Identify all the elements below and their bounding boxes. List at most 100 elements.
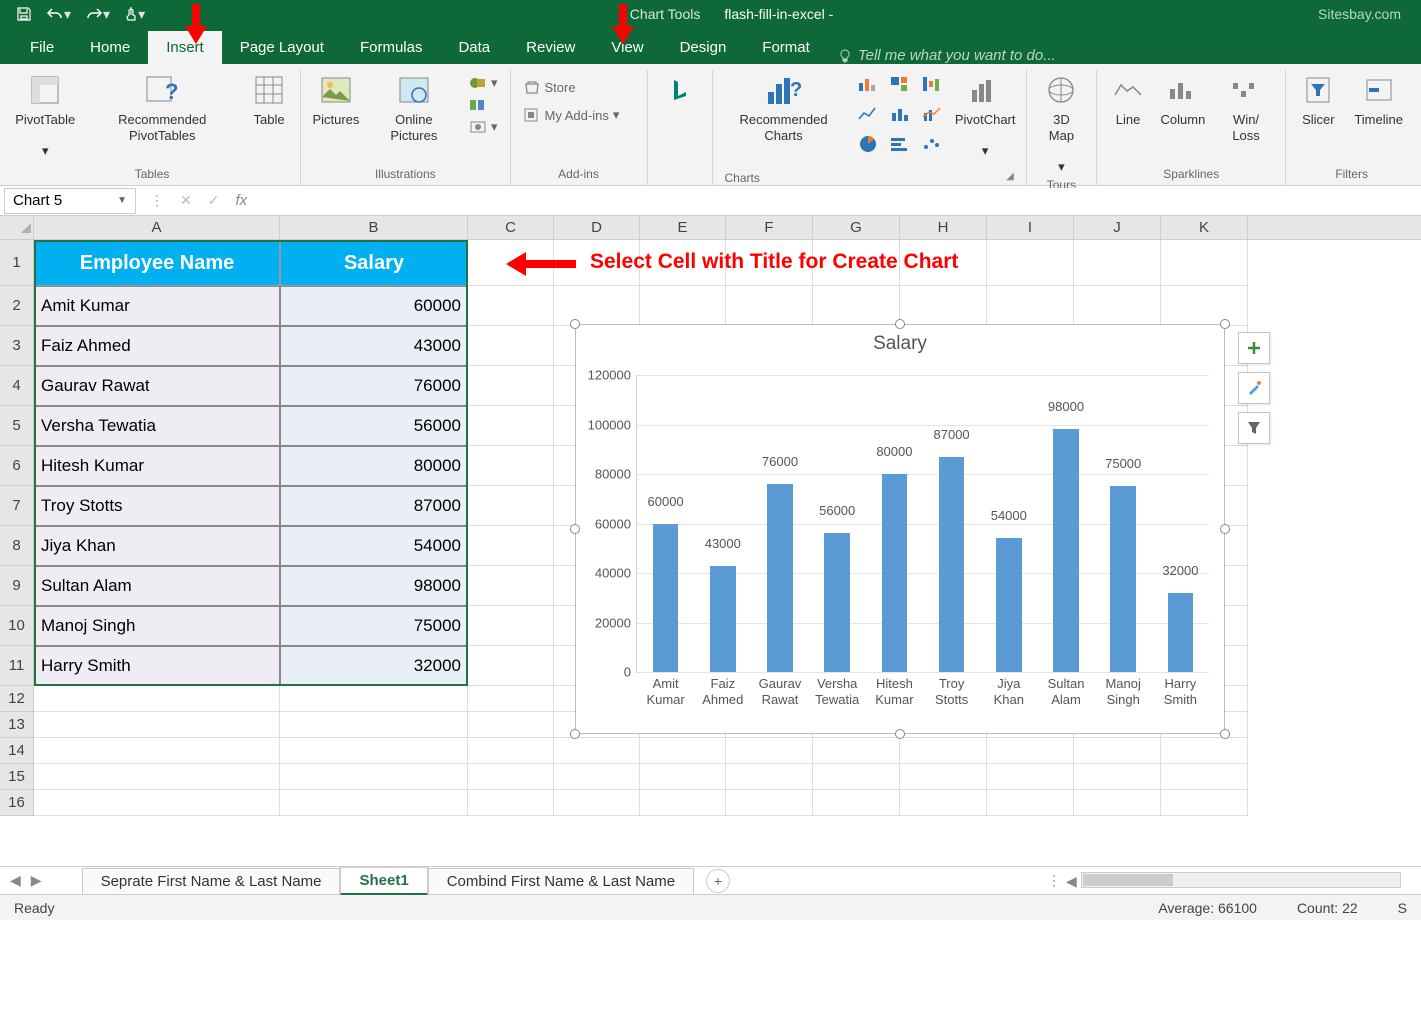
chart-resize-handle[interactable]	[895, 729, 905, 739]
cell[interactable]	[1161, 738, 1248, 764]
cancel-icon[interactable]: ✕	[180, 192, 192, 209]
col-header-G[interactable]: G	[813, 216, 900, 239]
cell[interactable]	[1074, 286, 1161, 326]
cell[interactable]	[468, 566, 554, 606]
cell[interactable]	[468, 764, 554, 790]
cell[interactable]	[987, 738, 1074, 764]
col-header-C[interactable]: C	[468, 216, 554, 239]
table-cell-name[interactable]: Faiz Ahmed	[34, 326, 280, 366]
cell[interactable]	[900, 738, 987, 764]
table-cell-salary[interactable]: 75000	[280, 606, 468, 646]
timeline-button[interactable]: Timeline	[1348, 70, 1409, 130]
chart-resize-handle[interactable]	[570, 524, 580, 534]
chevron-down-icon[interactable]: ▼	[117, 195, 127, 206]
cell[interactable]	[280, 712, 468, 738]
row-header-3[interactable]: 3	[0, 326, 33, 366]
table-cell-name[interactable]: Hitesh Kumar	[34, 446, 280, 486]
pictures-button[interactable]: Pictures	[309, 70, 363, 130]
table-cell-salary[interactable]: 87000	[280, 486, 468, 526]
store-button[interactable]: Store	[519, 78, 580, 96]
online-pictures-button[interactable]: Online Pictures	[369, 70, 459, 145]
table-cell-salary[interactable]: 60000	[280, 286, 468, 326]
cell[interactable]	[1074, 790, 1161, 816]
col-header-B[interactable]: B	[280, 216, 468, 239]
cell[interactable]	[280, 738, 468, 764]
col-header-F[interactable]: F	[726, 216, 813, 239]
myaddins-button[interactable]: My Add-ins ▾	[519, 106, 624, 124]
tab-data[interactable]: Data	[440, 31, 508, 64]
row-header-6[interactable]: 6	[0, 446, 33, 486]
row-header-9[interactable]: 9	[0, 566, 33, 606]
cell[interactable]	[640, 286, 726, 326]
horizontal-scrollbar[interactable]: ⋮ ◀	[730, 872, 1411, 889]
cell[interactable]	[987, 240, 1074, 286]
cell[interactable]	[726, 738, 813, 764]
table-cell-salary[interactable]: 43000	[280, 326, 468, 366]
table-cell-salary[interactable]: 98000	[280, 566, 468, 606]
chart-bar[interactable]	[1053, 429, 1079, 672]
table-cell-name[interactable]: Versha Tewatia	[34, 406, 280, 446]
chart-bar[interactable]	[1168, 593, 1194, 672]
cell[interactable]	[34, 686, 280, 712]
cell[interactable]	[813, 286, 900, 326]
chart-styles-button[interactable]	[1238, 372, 1270, 404]
screenshot-button[interactable]: ▾	[465, 118, 502, 136]
shapes-button[interactable]: ▾	[465, 74, 502, 92]
chart-plot-area[interactable]: 02000040000600008000010000012000060000Am…	[636, 375, 1209, 673]
row-header-11[interactable]: 11	[0, 646, 33, 686]
cell[interactable]	[280, 764, 468, 790]
menu-icon[interactable]: ⋮	[150, 192, 164, 209]
formula-input[interactable]	[257, 188, 1421, 214]
spreadsheet-grid[interactable]: ABCDEFGHIJK 12345678910111213141516 Empl…	[0, 216, 1421, 866]
cell[interactable]	[726, 790, 813, 816]
col-header-E[interactable]: E	[640, 216, 726, 239]
row-header-4[interactable]: 4	[0, 366, 33, 406]
waterfall-chart-icon[interactable]	[917, 70, 947, 98]
table-button[interactable]: Table	[246, 70, 292, 130]
cell[interactable]	[34, 764, 280, 790]
cell[interactable]	[726, 764, 813, 790]
chart-bar[interactable]	[710, 566, 736, 672]
pivotchart-button[interactable]: PivotChart▾	[953, 70, 1018, 161]
embedded-chart[interactable]: Salary 020000400006000080000100000120000…	[575, 324, 1225, 734]
cell[interactable]	[1161, 790, 1248, 816]
cell[interactable]	[468, 486, 554, 526]
chart-bar[interactable]	[882, 474, 908, 672]
tab-split-handle[interactable]: ⋮	[1047, 872, 1061, 889]
row-header-10[interactable]: 10	[0, 606, 33, 646]
chart-title[interactable]: Salary	[576, 325, 1224, 363]
sheet-nav-next[interactable]: ▶	[31, 872, 42, 889]
sheet-nav-prev[interactable]: ◀	[10, 872, 21, 889]
row-header-2[interactable]: 2	[0, 286, 33, 326]
table-cell-name[interactable]: Harry Smith	[34, 646, 280, 686]
cell[interactable]	[987, 790, 1074, 816]
select-all-corner[interactable]	[0, 216, 34, 239]
scatter-chart-icon[interactable]	[917, 130, 947, 158]
cell[interactable]	[726, 286, 813, 326]
tab-page-layout[interactable]: Page Layout	[222, 31, 342, 64]
cell[interactable]	[1074, 764, 1161, 790]
table-cell-name[interactable]: Troy Stotts	[34, 486, 280, 526]
touch-mode-icon[interactable]: ▾	[124, 4, 145, 24]
cell[interactable]	[280, 790, 468, 816]
table-cell-name[interactable]: Sultan Alam	[34, 566, 280, 606]
cell[interactable]	[640, 790, 726, 816]
table-cell-salary[interactable]: 32000	[280, 646, 468, 686]
line-chart-icon[interactable]	[853, 100, 883, 128]
cell[interactable]	[468, 738, 554, 764]
cell[interactable]	[1161, 286, 1248, 326]
sparkline-winloss-button[interactable]: Win/ Loss	[1215, 70, 1278, 145]
slicer-button[interactable]: Slicer	[1294, 70, 1342, 130]
pivottable-button[interactable]: PivotTable▾	[12, 70, 78, 161]
hierarchy-chart-icon[interactable]	[885, 70, 915, 98]
cell[interactable]	[34, 738, 280, 764]
chart-elements-button[interactable]	[1238, 332, 1270, 364]
bar-chart-icon[interactable]	[885, 130, 915, 158]
row-header-15[interactable]: 15	[0, 764, 33, 790]
table-cell-salary[interactable]: 80000	[280, 446, 468, 486]
cell[interactable]	[640, 764, 726, 790]
statistic-chart-icon[interactable]	[885, 100, 915, 128]
sheet-tab-0[interactable]: Seprate First Name & Last Name	[82, 868, 341, 894]
row-header-12[interactable]: 12	[0, 686, 33, 712]
save-icon[interactable]	[16, 4, 32, 24]
